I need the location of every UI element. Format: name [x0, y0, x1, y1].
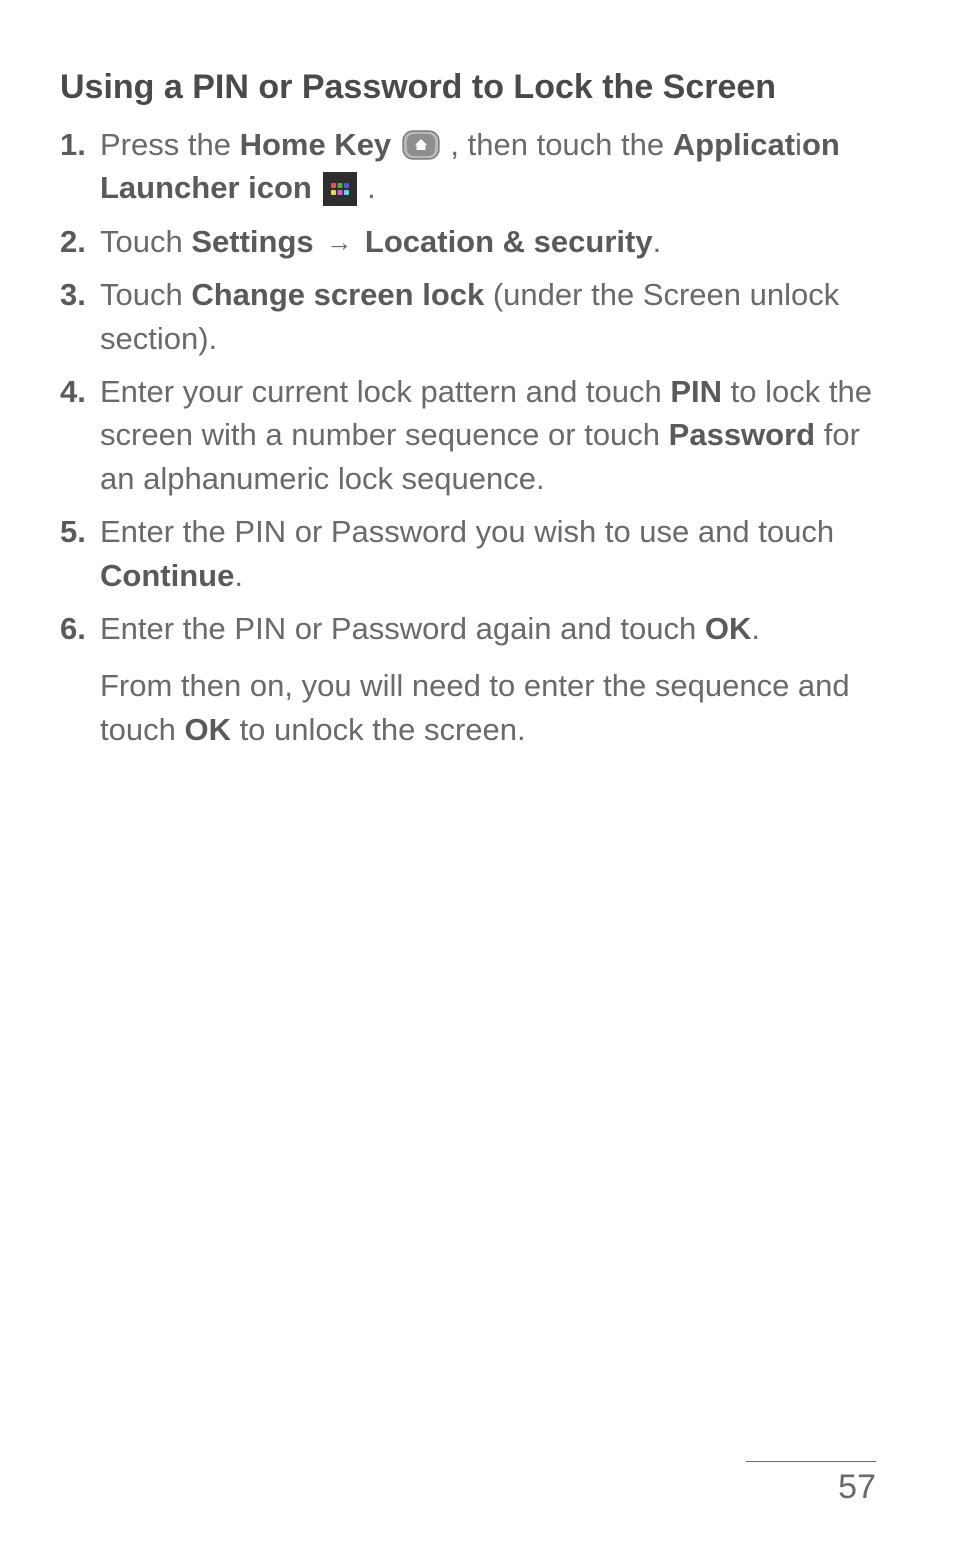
step-number: 6.	[60, 607, 86, 650]
step-number: 1.	[60, 123, 86, 166]
arrow-icon: →	[326, 224, 352, 260]
continue-label: Continue	[100, 558, 234, 593]
step-number: 3.	[60, 273, 86, 316]
step-number: 5.	[60, 510, 86, 553]
launcher-label-a: Applicat	[673, 127, 795, 162]
section-heading: Using a PIN or Password to Lock the Scre…	[60, 68, 894, 107]
launcher-label-i: i	[795, 127, 802, 162]
step-body: Enter the PIN or Password you wish to us…	[100, 510, 894, 597]
step-body: Touch Change screen lock (under the Scre…	[100, 273, 894, 360]
document-page: Using a PIN or Password to Lock the Scre…	[0, 0, 954, 751]
step-3: 3. Touch Change screen lock (under the S…	[60, 273, 894, 360]
text: Enter your current lock pattern and touc…	[100, 374, 670, 409]
step-1: 1. Press the Home Key , then touch the A…	[60, 123, 894, 210]
step-4: 4. Enter your current lock pattern and t…	[60, 370, 894, 500]
step-body: Enter the PIN or Password again and touc…	[100, 607, 894, 751]
text: to unlock the screen.	[231, 712, 526, 747]
step-6: 6. Enter the PIN or Password again and t…	[60, 607, 894, 751]
ok-label-2: OK	[184, 712, 231, 747]
text: .	[653, 224, 662, 259]
text: , then touch the	[442, 127, 673, 162]
app-launcher-icon	[323, 172, 357, 206]
step-body: Touch Settings → Location & security.	[100, 220, 894, 263]
text: .	[359, 170, 376, 205]
step-body: Press the Home Key , then touch the Appl…	[100, 123, 894, 210]
change-screen-lock-label: Change screen lock	[191, 277, 484, 312]
step-2: 2. Touch Settings → Location & security.	[60, 220, 894, 263]
home-key-icon	[402, 128, 440, 158]
home-key-label: Home Key	[240, 127, 392, 162]
password-label: Password	[669, 417, 815, 452]
ok-label: OK	[705, 611, 752, 646]
location-security-label: Location & security	[365, 224, 653, 259]
steps-list: 1. Press the Home Key , then touch the A…	[60, 123, 894, 751]
text: Press the	[100, 127, 240, 162]
text: .	[751, 611, 760, 646]
step-body: Enter your current lock pattern and touc…	[100, 370, 894, 500]
text: Enter the PIN or Password again and touc…	[100, 611, 705, 646]
text: Touch	[100, 224, 191, 259]
step-number: 4.	[60, 370, 86, 413]
step-5: 5. Enter the PIN or Password you wish to…	[60, 510, 894, 597]
text: Enter the PIN or Password you wish to us…	[100, 514, 834, 549]
settings-label: Settings	[191, 224, 313, 259]
text: .	[234, 558, 243, 593]
pin-label: PIN	[670, 374, 722, 409]
text: Touch	[100, 277, 191, 312]
followup-paragraph: From then on, you will need to enter the…	[100, 664, 894, 751]
step-number: 2.	[60, 220, 86, 263]
page-number: 57	[746, 1461, 876, 1507]
